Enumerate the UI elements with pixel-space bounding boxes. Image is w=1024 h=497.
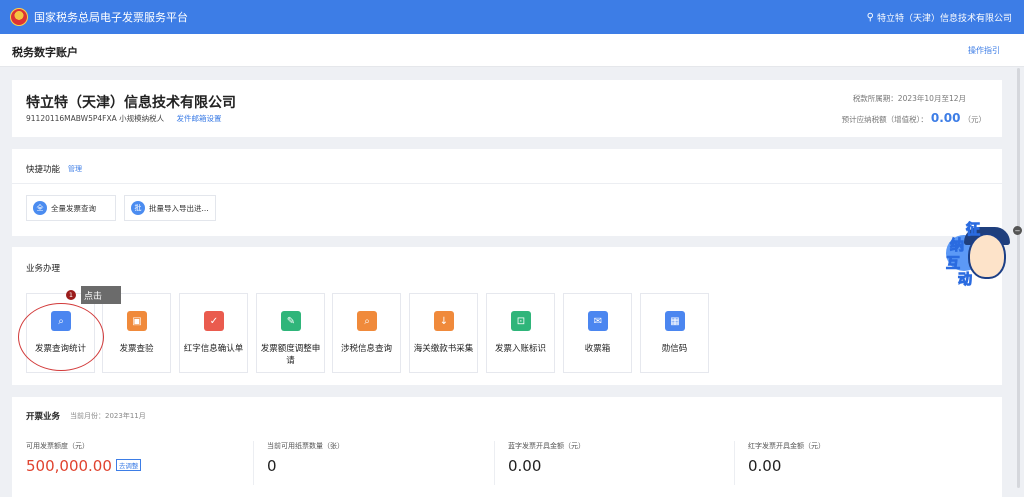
divider [12,183,1002,184]
mailbox-icon: ✉ [588,311,608,331]
mail-setting-link[interactable]: 发件邮箱设置 [177,114,222,123]
tile-label: 红字信息确认单 [183,344,244,354]
tile-label: 勋信码 [661,344,688,354]
tax-id-type: 91120116MABW5P4FXA 小规模纳税人 [26,114,165,123]
stat-divider [253,441,254,485]
company-name: 特立特（天津）信息技术有限公司 [26,95,236,111]
user-menu[interactable]: ⚲ 特立特（天津）信息技术有限公司 [867,0,1012,34]
tile-credit-code[interactable]: ▦ 勋信码 [640,293,709,373]
stat-divider [734,441,735,485]
click-tooltip: 点击 [81,286,121,304]
top-bar: 国家税务总局电子发票服务平台 ⚲ 特立特（天津）信息技术有限公司 [0,0,1024,34]
qrcode-icon: ▦ [665,311,685,331]
tile-label: 海关缴款书采集 [413,344,474,354]
document-check-icon: ✓ [204,311,224,331]
invoice-month: 当前月份：2023年11月 [70,412,146,420]
edit-doc-icon: ✎ [281,311,301,331]
quick-label: 全量发票查询 [51,203,96,213]
quick-title: 快捷功能 [26,165,61,175]
stat-value: 500,000.00 去调整 [26,457,142,475]
full-query-icon: 全 [33,201,47,215]
stat-value: 0.00 [748,457,782,475]
scan-icon: ▣ [127,311,147,331]
quick-batch-import-export[interactable]: 批 批量导入导出进... [124,195,216,221]
tax-value: 0.00 [930,111,961,125]
tile-invoice-check[interactable]: ▣ 发票查验 [102,293,171,373]
mascot-char: 动 [958,272,973,289]
tile-tax-info-query[interactable]: ⌕ 涉税信息查询 [332,293,401,373]
company-meta: 91120116MABW5P4FXA 小规模纳税人 发件邮箱设置 [26,113,222,124]
manage-link[interactable]: 管理 [68,164,82,174]
stat-available-quota: 可用发票额度（元） 500,000.00 去调整 [26,441,142,497]
quota-value: 500,000.00 [26,457,112,475]
stat-paper-count: 当前可用纸票数量（张） 0 [267,441,344,497]
user-name: 特立特（天津）信息技术有限公司 [876,13,1012,24]
tile-red-info-confirm[interactable]: ✓ 红字信息确认单 [179,293,248,373]
scrollbar[interactable] [1017,68,1020,488]
stat-divider [494,441,495,485]
stat-label: 可用发票额度（元） [26,442,89,450]
mascot-assistant[interactable]: 征 纳 互 动 [946,221,1016,291]
adjust-button[interactable]: 去调整 [115,459,142,471]
business-title: 业务办理 [26,264,61,274]
tile-label: 发票入账标识 [494,344,546,354]
tile-label: 发票额度调整申请 [260,344,321,366]
mascot-face [968,233,1006,279]
tile-label: 涉税信息查询 [340,344,392,354]
stat-blue-amount: 蓝字发票开具金额（元） 0.00 [508,441,585,497]
tile-quota-adjust[interactable]: ✎ 发票额度调整申请 [256,293,325,373]
tile-customs-payment[interactable]: ↓ 海关缴款书采集 [409,293,478,373]
tax-label: 预计应纳税额（增值税）： [841,115,928,124]
batch-icon: 批 [131,201,145,215]
collapse-icon[interactable]: − [1013,226,1022,235]
page-title: 税务数字账户 [12,46,78,59]
estimated-tax: 预计应纳税额（增值税）： 0.00 （元） [842,111,986,125]
highlight-circle [18,303,104,371]
tile-label: 发票查验 [119,344,154,354]
tile-invoice-entry-mark[interactable]: ⊡ 发票入账标识 [486,293,555,373]
guide-link[interactable]: 操作指引 [968,45,1000,56]
invoice-business-card: 开票业务 当前月份：2023年11月 可用发票额度（元） 500,000.00 去… [12,397,1002,497]
quick-label: 批量导入导出进... [149,203,209,213]
quick-full-invoice-query[interactable]: 全 全量发票查询 [26,195,116,221]
app-title: 国家税务总局电子发票服务平台 [34,11,188,24]
stamp-icon: ⊡ [511,311,531,331]
quick-functions-card: 快捷功能 管理 全 全量发票查询 批 批量导入导出进... [12,149,1002,236]
sub-header: 税务数字账户 操作指引 [0,34,1024,67]
folder-search-icon: ⌕ [357,311,377,331]
mascot-char: 征 [966,222,981,239]
stat-label: 蓝字发票开具金额（元） [508,442,585,450]
stat-red-amount: 红字发票开具金额（元） 0.00 [748,441,825,497]
business-card: 业务办理 ⌕ 发票查询统计 ▣ 发票查验 ✓ 红字信息确认单 ✎ 发票额度调整申… [12,247,1002,385]
user-icon: ⚲ [866,11,874,23]
company-card: 特立特（天津）信息技术有限公司 91120116MABW5P4FXA 小规模纳税… [12,80,1002,137]
step-badge: 1 [66,290,76,300]
tax-period: 税款所属期：2023年10月至12月 [852,94,966,103]
download-doc-icon: ↓ [434,311,454,331]
stat-value: 0.00 [508,457,542,475]
mascot-char: 纳 [950,238,965,255]
stat-label: 当前可用纸票数量（张） [267,442,344,450]
stat-label: 红字发票开具金额（元） [748,442,825,450]
stat-value: 0 [267,457,277,475]
tile-label: 收票箱 [584,344,611,354]
tax-emblem-logo [10,8,28,26]
tile-receipt-box[interactable]: ✉ 收票箱 [563,293,632,373]
invoice-title: 开票业务 [26,412,61,422]
tax-unit: （元） [963,115,987,124]
